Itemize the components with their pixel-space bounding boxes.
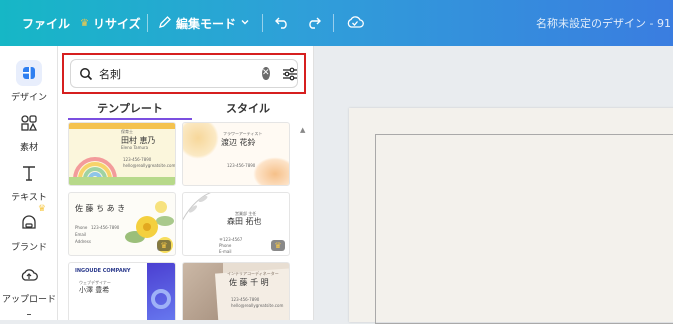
template-card[interactable]: INGOUDE COMPANY ウェブデザイナー 小澤 豊希 (68, 262, 176, 320)
design-title-text: 名称未設定のデザイン - 91 (536, 17, 671, 30)
template-line: Address (75, 239, 91, 244)
templates-panel: ✕ テンプレート スタイル 田村 恵乃 保育士 Eleno (58, 46, 314, 320)
search-highlight-box: ✕ (62, 53, 306, 94)
template-line: Email (75, 232, 87, 237)
cloud-check-icon (346, 15, 364, 32)
pencil-icon (158, 15, 172, 32)
edit-mode-label: 編集モード (176, 16, 237, 31)
design-page[interactable] (349, 108, 673, 324)
rail-label-elements: 素材 (19, 143, 38, 153)
search-icon (79, 67, 93, 81)
template-line: Phone (219, 243, 232, 248)
design-canvas-area (315, 46, 673, 324)
template-name: 佐 藤 ち あ き (75, 204, 126, 213)
upload-icon (16, 262, 42, 288)
template-line: 123-456-7890 (123, 157, 152, 162)
undo-icon (274, 15, 290, 32)
premium-crown-icon: ♛ (271, 240, 285, 251)
template-line: 123-456-7890 (227, 163, 256, 168)
design-icon (16, 60, 42, 86)
template-line: 123-456-7890 (91, 225, 120, 230)
rail-item-text[interactable]: テキスト (0, 160, 58, 203)
file-menu-button[interactable]: ファイル (22, 0, 70, 46)
rail-label-text: テキスト (11, 193, 47, 203)
search-box[interactable]: ✕ (70, 59, 298, 88)
tab-templates[interactable]: テンプレート (68, 96, 192, 120)
rail-item-design[interactable]: デザイン (0, 60, 58, 103)
template-name: 佐 藤 千 明 (229, 278, 269, 287)
top-toolbar: ファイル ♛ リサイズ 編集モード 名称未設定のデザイン - 91 (0, 0, 673, 46)
watercolor-splash (183, 123, 219, 159)
crown-icon: ♛ (80, 17, 89, 29)
clear-icon[interactable]: ✕ (262, 67, 270, 80)
tab-styles[interactable]: スタイル (192, 96, 304, 120)
redo-icon (306, 15, 322, 32)
active-tab-indicator (68, 118, 192, 120)
toolbar-divider (333, 14, 334, 32)
design-title[interactable]: 名称未設定のデザイン - 91 (536, 0, 673, 46)
resize-button[interactable]: ♛ リサイズ (80, 0, 141, 46)
crown-icon: ♛ (37, 204, 46, 214)
template-card[interactable]: 営業部 主任 森田 拓也 〒123-4567 Phone E-mail ♛ (182, 192, 290, 256)
premium-crown-icon: ♛ (157, 240, 171, 251)
rail-label-brand: ブランド (10, 243, 47, 253)
tab-templates-label: テンプレート (97, 102, 163, 115)
more-icon (27, 314, 31, 320)
save-status-button[interactable] (346, 0, 364, 46)
toolbar-divider (262, 14, 263, 32)
template-card[interactable]: インテリアコーディネーター 佐 藤 千 明 123-456-7890 hello… (182, 262, 290, 320)
rainbow-illustration (73, 157, 117, 180)
template-card[interactable]: 佐 藤 ち あ き Phone Email Address 123-456-78… (68, 192, 176, 256)
template-line: hello@reallygreatsite.com (123, 163, 176, 168)
panel-tabs: テンプレート スタイル (58, 96, 314, 122)
chevron-down-icon (240, 16, 250, 30)
template-line: hello@reallygreatsite.com (231, 303, 284, 308)
left-rail: デザイン 素材 テキスト ♛ ブランド アップロード (0, 46, 58, 320)
template-company: INGOUDE COMPANY (75, 268, 131, 274)
file-menu-label: ファイル (22, 16, 71, 31)
leaf-illustration (183, 193, 211, 221)
template-name: 渡辺 花鈴 (221, 138, 256, 147)
template-name: 小澤 豊希 (79, 286, 110, 294)
template-line: Eleno Tamura (121, 145, 149, 150)
scroll-up-arrow-icon[interactable]: ▲ (300, 126, 305, 134)
filter-icon[interactable] (282, 67, 298, 81)
edit-mode-dropdown[interactable]: 編集モード (158, 0, 250, 46)
rail-label-design: デザイン (10, 93, 47, 103)
redo-button[interactable] (306, 0, 322, 46)
tab-styles-label: スタイル (226, 102, 270, 115)
template-card[interactable]: フラワーアーティスト 渡辺 花鈴 123-456-7890 (182, 122, 290, 186)
template-line: 保育士 (121, 129, 133, 134)
toolbar-divider (147, 14, 148, 32)
elements-icon (16, 110, 42, 136)
page-margin-guide (375, 134, 673, 324)
rail-label-upload: アップロード (1, 295, 56, 305)
watercolor-splash (253, 157, 289, 185)
card-ring-graphic (151, 289, 171, 309)
rail-item-brand[interactable]: ♛ ブランド (0, 204, 58, 253)
grass (69, 177, 175, 185)
template-card[interactable]: 田村 恵乃 保育士 Eleno Tamura 123-456-7890 hell… (68, 122, 176, 186)
rail-item-upload[interactable]: アップロード (0, 262, 58, 305)
undo-button[interactable] (274, 0, 290, 46)
template-line: E-mail (219, 249, 232, 254)
text-icon (16, 160, 42, 186)
template-line: 123-456-7890 (231, 297, 260, 302)
template-name: 森田 拓也 (227, 217, 262, 226)
search-input[interactable] (99, 67, 244, 80)
template-line: Phone (75, 225, 88, 230)
resize-label: リサイズ (92, 16, 141, 31)
template-grid: 田村 恵乃 保育士 Eleno Tamura 123-456-7890 hell… (68, 122, 296, 320)
rail-item-elements[interactable]: 素材 (0, 110, 58, 153)
panel-scrollbar[interactable]: ▲ (299, 122, 309, 320)
